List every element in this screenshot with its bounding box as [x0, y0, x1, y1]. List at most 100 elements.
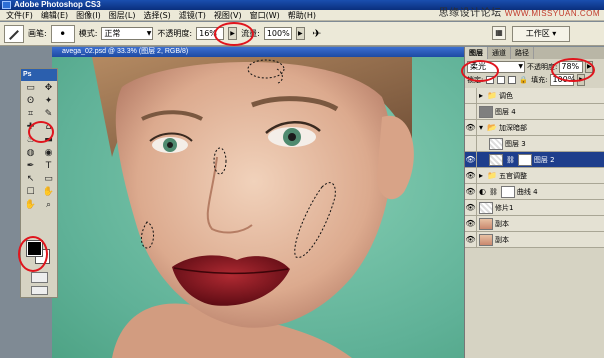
layer-thumbnail: [489, 153, 503, 166]
brush-tool-icon[interactable]: ✎: [40, 108, 57, 120]
folder-icon: 📂: [487, 123, 497, 132]
zoom-tool-icon[interactable]: ⌕: [40, 199, 57, 211]
mode-select[interactable]: 正常: [101, 27, 154, 40]
portrait-image: [92, 57, 414, 358]
notes-tool-icon[interactable]: ☐: [22, 186, 39, 198]
path-select-icon[interactable]: ↖: [22, 173, 39, 185]
menu-filter[interactable]: 滤镜(T): [175, 10, 210, 21]
annotation-circle-brush: [28, 121, 54, 143]
expand-arrow-icon[interactable]: ▾: [479, 123, 483, 132]
layer-name: 副本: [495, 235, 509, 244]
layer-list: ▸ 📁 调色 图层 4 👁 ▾ 📂 加深暗部 图层 3 👁 ⛓ 图层 2 👁 ▸…: [465, 87, 604, 248]
layer-row[interactable]: 👁 副本: [465, 231, 604, 248]
menu-image[interactable]: 图像(I): [72, 10, 105, 21]
visibility-toggle[interactable]: 👁: [465, 215, 477, 232]
layer-name: 图层 2: [533, 155, 555, 164]
menu-help[interactable]: 帮助(H): [284, 10, 320, 21]
workspace-button[interactable]: 工作区 ▾: [512, 26, 570, 42]
lasso-tool-icon[interactable]: ʘ: [22, 95, 39, 107]
app-icon: [2, 1, 11, 9]
layers-panel: 图层 通道 路径 柔光 不透明度: 78% ▶ 锁定: 🔒 填充: 100% ▶…: [464, 47, 604, 358]
layer-name: 调色: [498, 91, 513, 100]
layer-row[interactable]: 图层 4: [465, 103, 604, 120]
layer-name: 加深暗部: [498, 123, 527, 132]
panel-tabs: 图层 通道 路径: [465, 47, 604, 59]
menu-window[interactable]: 窗口(W): [246, 10, 284, 21]
menu-view[interactable]: 视图(V): [210, 10, 246, 21]
visibility-toggle[interactable]: [465, 87, 477, 104]
layer-thumbnail: [489, 137, 503, 150]
collapse-arrow-icon[interactable]: ▸: [479, 91, 483, 100]
visibility-toggle[interactable]: 👁: [465, 167, 477, 184]
layer-row[interactable]: 👁 ▾ 📂 加深暗部: [465, 119, 604, 136]
annotation-circle-opacity: [214, 22, 254, 46]
layer-name: 修片1: [495, 203, 514, 212]
annotation-circle-layer-opacity: [551, 58, 595, 82]
layer-thumbnail: [479, 217, 493, 230]
app-title: Adobe Photoshop CS3: [14, 0, 101, 9]
marquee-tool-icon[interactable]: ▭: [22, 82, 39, 94]
brush-label: 画笔:: [28, 29, 47, 38]
screen-mode-button[interactable]: [31, 286, 48, 295]
mask-link-icon: ⛓: [488, 187, 498, 196]
layer-row[interactable]: 👁 副本: [465, 215, 604, 232]
layer-thumbnail: [479, 201, 493, 214]
blur-tool-icon[interactable]: ◍: [22, 147, 39, 159]
visibility-toggle[interactable]: 👁: [465, 119, 477, 136]
tab-channels[interactable]: 通道: [488, 47, 511, 59]
layer-row[interactable]: 👁 ◐ ⛓ 曲线 4: [465, 183, 604, 200]
tab-paths[interactable]: 路径: [511, 47, 534, 59]
lock-pixels-checkbox[interactable]: [497, 76, 506, 84]
layer-name: 图层 4: [495, 107, 516, 116]
collapse-arrow-icon[interactable]: ▸: [479, 171, 483, 180]
menu-file[interactable]: 文件(F): [2, 10, 37, 21]
layer-mask-thumbnail[interactable]: [500, 185, 515, 198]
visibility-toggle[interactable]: [465, 103, 477, 120]
eyedropper-icon[interactable]: ✋: [40, 186, 57, 198]
annotation-circle-blend-mode: [461, 60, 499, 82]
flow-field[interactable]: 100%: [263, 27, 292, 40]
hand-tool-icon[interactable]: ✋: [22, 199, 39, 211]
adjustment-layer-icon: ◐: [479, 187, 486, 196]
move-tool-icon[interactable]: ✥: [40, 82, 57, 94]
layer-name: 五官调整: [498, 171, 527, 180]
layer-row[interactable]: ▸ 📁 调色: [465, 87, 604, 104]
visibility-toggle[interactable]: 👁: [465, 231, 477, 248]
layer-row-selected[interactable]: 👁 ⛓ 图层 2: [465, 151, 604, 168]
shape-tool-icon[interactable]: ▭: [40, 173, 57, 185]
folder-icon: 📁: [487, 91, 497, 100]
lock-all-icon[interactable]: 🔒: [519, 76, 528, 84]
layer-mask-thumbnail[interactable]: [517, 153, 532, 166]
visibility-toggle[interactable]: [465, 135, 477, 152]
crop-tool-icon[interactable]: ⌗: [22, 108, 39, 120]
fill-label: 填充:: [531, 76, 548, 84]
layer-name: 图层 3: [505, 139, 526, 148]
document-canvas[interactable]: [52, 57, 464, 358]
watermark-text: 思缘设计论坛: [438, 8, 502, 19]
tool-preset-picker[interactable]: [4, 24, 24, 43]
visibility-toggle[interactable]: 👁: [465, 183, 477, 200]
menu-layer[interactable]: 图层(L): [105, 10, 140, 21]
pen-tool-icon[interactable]: ✒: [22, 160, 39, 172]
visibility-toggle[interactable]: 👁: [465, 199, 477, 216]
panel-well-icon[interactable]: ▦: [492, 26, 506, 40]
brush-picker[interactable]: •: [50, 24, 75, 43]
flow-slider-button[interactable]: ▶: [295, 27, 305, 40]
quick-mask-button[interactable]: [31, 272, 48, 283]
dodge-tool-icon[interactable]: ◉: [40, 147, 57, 159]
annotation-circle-color: [18, 236, 48, 272]
menu-select[interactable]: 选择(S): [139, 10, 174, 21]
tab-layers[interactable]: 图层: [465, 47, 488, 59]
layer-row[interactable]: 👁 ▸ 📁 五官调整: [465, 167, 604, 184]
watermark-url: WWW.MISSYUAN.COM: [504, 9, 600, 18]
layer-row[interactable]: 👁 修片1: [465, 199, 604, 216]
lock-position-checkbox[interactable]: [508, 76, 517, 84]
airbrush-icon[interactable]: ✈: [309, 26, 325, 42]
magic-wand-icon[interactable]: ✦: [40, 95, 57, 107]
layer-name: 副本: [495, 219, 509, 228]
layer-row[interactable]: 图层 3: [465, 135, 604, 152]
type-tool-icon[interactable]: T: [40, 160, 57, 172]
document-title: avega_02.psd @ 33.3% (图层 2, RGB/8): [52, 47, 464, 57]
visibility-toggle[interactable]: 👁: [465, 151, 477, 168]
menu-edit[interactable]: 编辑(E): [37, 10, 72, 21]
